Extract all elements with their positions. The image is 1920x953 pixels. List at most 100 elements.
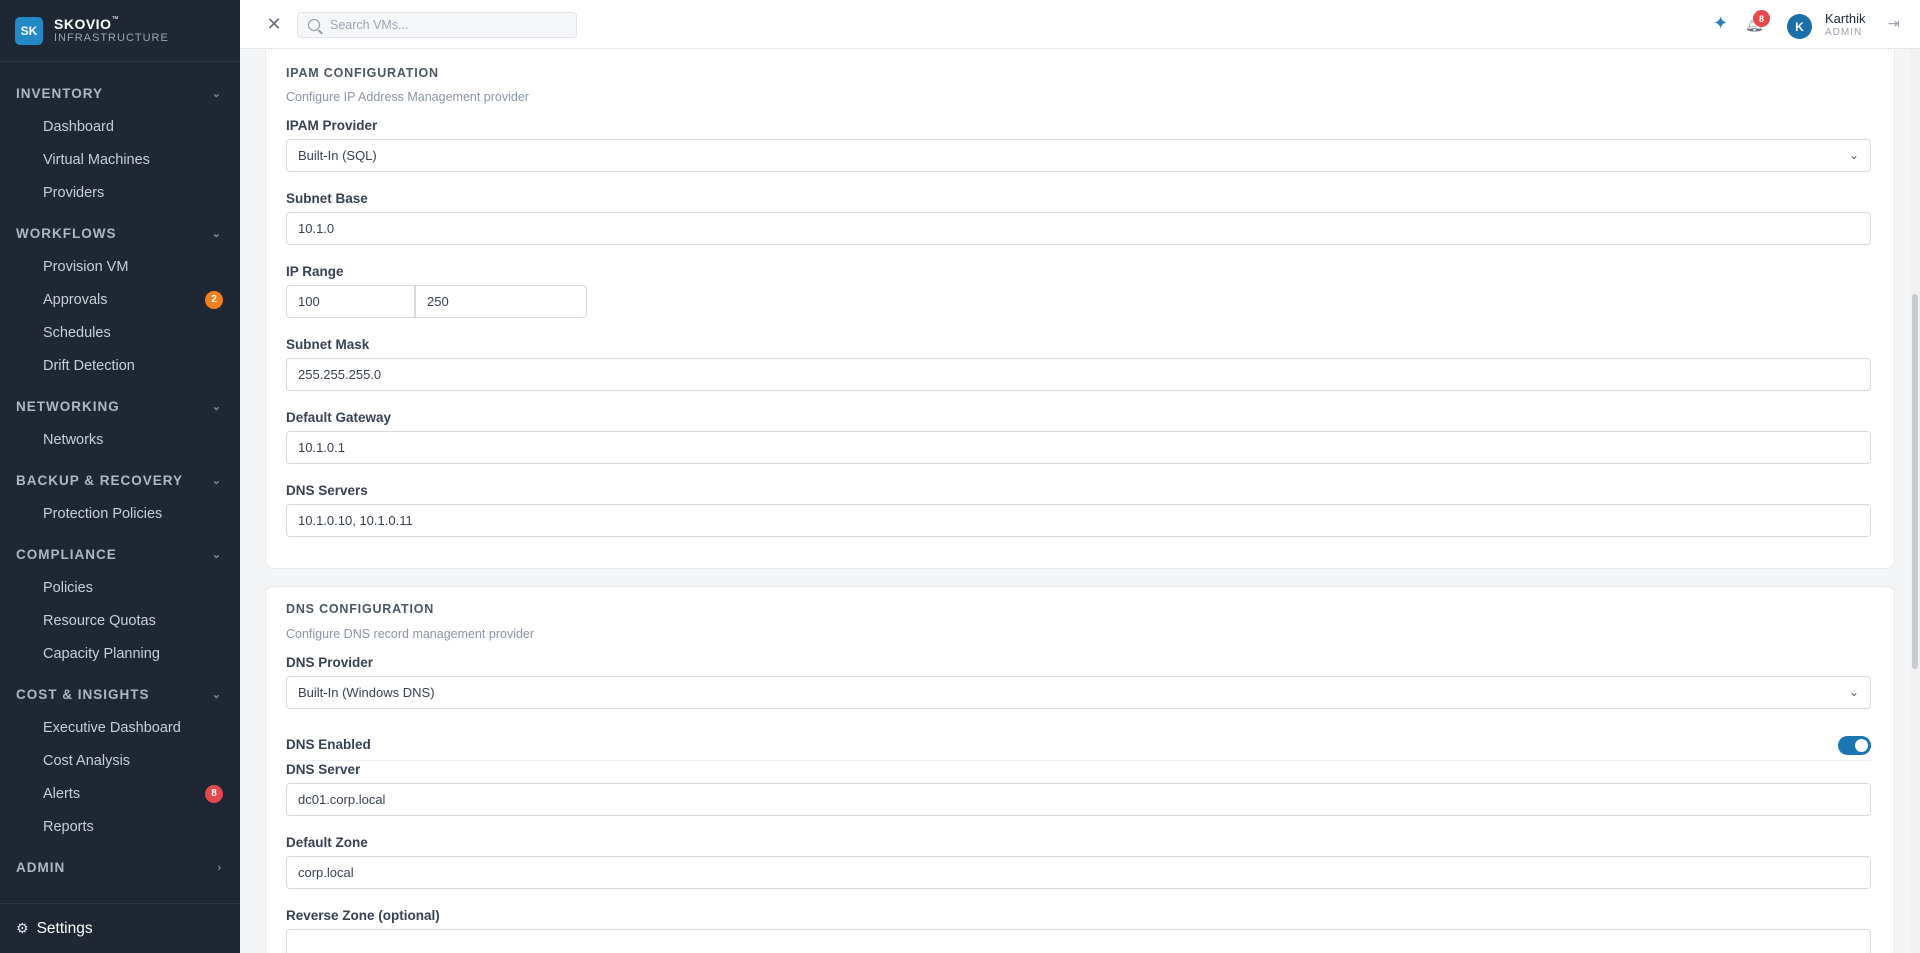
count-badge: 8 bbox=[205, 784, 223, 803]
nav-group-backup-recovery[interactable]: BACKUP & RECOVERY ⌄ bbox=[0, 464, 240, 497]
nav-group-label: ADMIN bbox=[16, 860, 66, 875]
user-menu[interactable]: Karthik ADMIN bbox=[1825, 11, 1865, 39]
settings-link[interactable]: ⚙ Settings bbox=[0, 903, 240, 953]
dns-servers-label: DNS Servers bbox=[286, 483, 368, 498]
sidebar-item-reports[interactable]: Reports bbox=[0, 810, 240, 843]
scrollbar-thumb[interactable] bbox=[1912, 294, 1918, 669]
ip-range: 100 250 bbox=[286, 285, 587, 318]
dns-server-input[interactable]: dc01.corp.local bbox=[286, 783, 1871, 816]
sidebar-item-dashboard[interactable]: Dashboard bbox=[0, 110, 240, 143]
sidebar-item-label: Policies bbox=[43, 579, 93, 596]
dns-enabled-row: DNS Enabled bbox=[286, 731, 1871, 761]
sidebar-nav: INVENTORY ⌄ Dashboard Virtual Machines Provi… bbox=[0, 62, 240, 892]
ipam-provider-label: IPAM Provider bbox=[286, 118, 378, 133]
nav-group-spacer bbox=[0, 884, 240, 892]
search-input[interactable] bbox=[330, 18, 570, 32]
chevron-down-icon: ⌄ bbox=[1848, 148, 1859, 162]
sidebar-item-label: Capacity Planning bbox=[43, 645, 160, 662]
sidebar-item-label: Approvals bbox=[43, 291, 108, 308]
nav-group-spacer bbox=[0, 209, 240, 217]
ip-range-start-input[interactable]: 100 bbox=[286, 285, 415, 318]
sidebar-item-alerts[interactable]: Alerts 8 bbox=[0, 777, 240, 810]
nav-group-inventory[interactable]: INVENTORY ⌄ bbox=[0, 77, 240, 110]
dns-enabled-toggle[interactable] bbox=[1838, 736, 1871, 755]
sidebar-item-cost-analysis[interactable]: Cost Analysis bbox=[0, 744, 240, 777]
nav-group-spacer bbox=[0, 670, 240, 678]
sidebar-item-protection-policies[interactable]: Protection Policies bbox=[0, 497, 240, 530]
nav-group-compliance[interactable]: COMPLIANCE ⌄ bbox=[0, 538, 240, 571]
sidebar-item-executive-dashboard[interactable]: Executive Dashboard bbox=[0, 711, 240, 744]
logout-icon[interactable]: ⇥ bbox=[1888, 15, 1900, 32]
nav-group-spacer bbox=[0, 382, 240, 390]
search-box[interactable] bbox=[297, 12, 577, 38]
subnet-base-label: Subnet Base bbox=[286, 191, 368, 206]
avatar[interactable]: K bbox=[1787, 14, 1812, 39]
page-scrollbar[interactable] bbox=[1910, 49, 1920, 953]
sidebar-item-label: Protection Policies bbox=[43, 505, 163, 522]
nav-group-admin[interactable]: ADMIN › bbox=[0, 851, 240, 884]
sparkle-icon[interactable]: ✦ bbox=[1713, 13, 1728, 34]
sidebar-item-label: Resource Quotas bbox=[43, 612, 156, 629]
dns-title: DNS CONFIGURATION bbox=[286, 602, 435, 616]
reverse-zone-input[interactable] bbox=[286, 929, 1871, 953]
sidebar-item-label: Virtual Machines bbox=[43, 151, 150, 168]
chevron-down-icon: ⌄ bbox=[211, 401, 222, 413]
close-icon[interactable]: ✕ bbox=[263, 13, 285, 35]
sidebar-item-networks[interactable]: Networks bbox=[0, 423, 240, 456]
chevron-down-icon: ⌄ bbox=[211, 689, 222, 701]
default-gateway-input[interactable]: 10.1.0.1 bbox=[286, 431, 1871, 464]
sidebar-item-label: Drift Detection bbox=[43, 357, 135, 374]
brand-subtitle: INFRASTRUCTURE bbox=[54, 32, 169, 45]
sidebar-item-label: Providers bbox=[43, 184, 105, 201]
nav-group-spacer bbox=[0, 843, 240, 851]
notifications-button[interactable]: 🔔︎ 8 bbox=[1745, 10, 1770, 33]
default-zone-label: Default Zone bbox=[286, 835, 368, 850]
topbar: ✕ ✦ 🔔︎ 8 K Karthik ADMIN ⇥ bbox=[240, 0, 1920, 49]
ipam-provider-select[interactable]: Built-In (SQL) ⌄ bbox=[286, 139, 1871, 172]
sidebar-item-virtual-machines[interactable]: Virtual Machines bbox=[0, 143, 240, 176]
nav-group-cost-insights[interactable]: COST & INSIGHTS ⌄ bbox=[0, 678, 240, 711]
sidebar-item-label: Alerts bbox=[43, 785, 81, 802]
sidebar-item-capacity-planning[interactable]: Capacity Planning bbox=[0, 637, 240, 670]
nav-group-spacer bbox=[0, 456, 240, 464]
subnet-base-input[interactable]: 10.1.0 bbox=[286, 212, 1871, 245]
nav-group-label: INVENTORY bbox=[16, 86, 104, 101]
sidebar-item-provision-vm[interactable]: Provision VM bbox=[0, 250, 240, 283]
brand[interactable]: SK SKOVIO™ INFRASTRUCTURE bbox=[0, 0, 240, 62]
ip-range-label: IP Range bbox=[286, 264, 344, 279]
chevron-down-icon: ⌄ bbox=[211, 475, 222, 487]
ipam-title: IPAM CONFIGURATION bbox=[286, 66, 439, 80]
ipam-provider-value: Built-In (SQL) bbox=[298, 148, 377, 163]
sidebar-item-approvals[interactable]: Approvals 2 bbox=[0, 283, 240, 316]
chevron-down-icon: ⌄ bbox=[211, 88, 222, 100]
sidebar-item-providers[interactable]: Providers bbox=[0, 176, 240, 209]
count-badge: 2 bbox=[205, 290, 223, 309]
chevron-down-icon: ⌄ bbox=[1848, 685, 1859, 699]
nav-group-networking[interactable]: NETWORKING ⌄ bbox=[0, 390, 240, 423]
sidebar: SK SKOVIO™ INFRASTRUCTURE INVENTORY ⌄ Dash… bbox=[0, 0, 240, 953]
search-icon bbox=[308, 19, 320, 31]
dns-config-card: DNS CONFIGURATION Configure DNS record m… bbox=[265, 586, 1895, 953]
sidebar-item-policies[interactable]: Policies bbox=[0, 571, 240, 604]
nav-group-label: BACKUP & RECOVERY bbox=[16, 473, 184, 488]
subnet-mask-input[interactable]: 255.255.255.0 bbox=[286, 358, 1871, 391]
dns-servers-input[interactable]: 10.1.0.10, 10.1.0.11 bbox=[286, 504, 1871, 537]
sidebar-item-drift-detection[interactable]: Drift Detection bbox=[0, 349, 240, 382]
sidebar-item-label: Cost Analysis bbox=[43, 752, 131, 769]
brand-name: SKOVIO bbox=[54, 16, 112, 33]
nav-group-spacer bbox=[0, 530, 240, 538]
sidebar-item-schedules[interactable]: Schedules bbox=[0, 316, 240, 349]
dns-description: Configure DNS record management provider bbox=[286, 627, 535, 641]
dns-server-label: DNS Server bbox=[286, 762, 361, 777]
sidebar-item-label: Executive Dashboard bbox=[43, 719, 181, 736]
notification-badge: 8 bbox=[1753, 10, 1770, 27]
user-name: Karthik bbox=[1825, 11, 1866, 26]
dns-enabled-label: DNS Enabled bbox=[286, 737, 371, 752]
dns-provider-select[interactable]: Built-In (Windows DNS) ⌄ bbox=[286, 676, 1871, 709]
ip-range-end-input[interactable]: 250 bbox=[415, 285, 587, 318]
dns-provider-value: Built-In (Windows DNS) bbox=[298, 685, 435, 700]
nav-group-workflows[interactable]: WORKFLOWS ⌄ bbox=[0, 217, 240, 250]
subnet-mask-label: Subnet Mask bbox=[286, 337, 370, 352]
sidebar-item-resource-quotas[interactable]: Resource Quotas bbox=[0, 604, 240, 637]
default-zone-input[interactable]: corp.local bbox=[286, 856, 1871, 889]
